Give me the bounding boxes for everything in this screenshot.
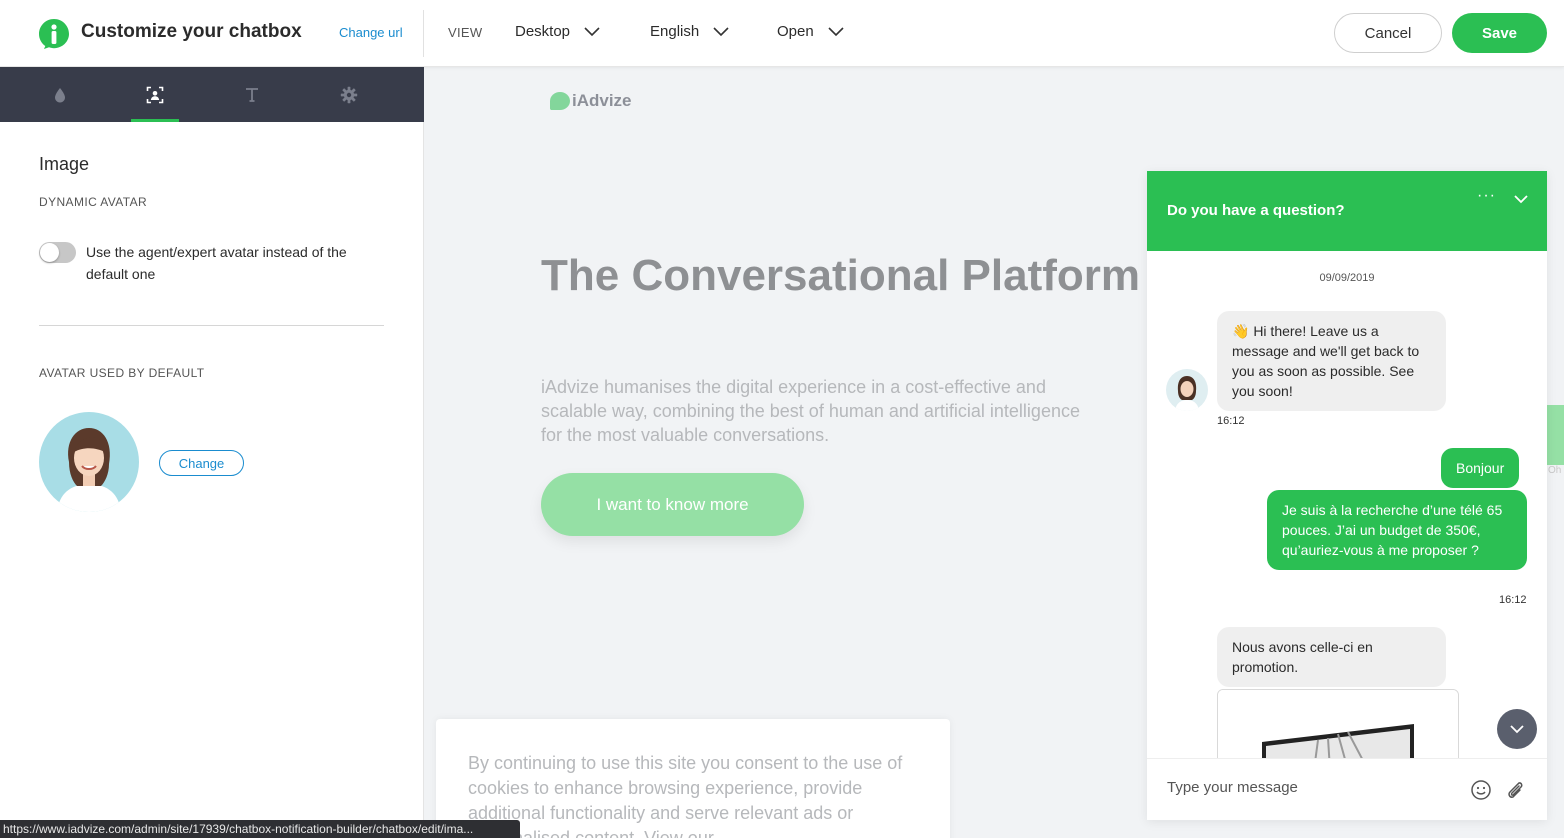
iadvize-logo-icon [39,19,69,49]
message-timestamp: 16:12 [1499,594,1527,606]
state-dropdown[interactable]: Open [777,23,844,40]
chatbox-preview: Do you have a question? ··· 09/09/2019 👋… [1147,171,1547,820]
state-dropdown-value: Open [777,23,814,40]
browser-status-url: https://www.iadvize.com/admin/site/17939… [0,820,520,838]
dynamic-avatar-label: DYNAMIC AVATAR [39,195,148,209]
gear-icon [340,86,358,103]
chat-header-title: Do you have a question? [1167,202,1345,219]
dynamic-avatar-toggle-label: Use the agent/expert avatar instead of t… [86,244,347,282]
section-divider [39,325,384,326]
hero-title: The Conversational Platform [541,251,1141,300]
chevron-down-icon [584,26,600,36]
device-dropdown-value: Desktop [515,23,571,40]
side-tab-text: Oh [1548,465,1562,476]
chat-header: Do you have a question? ··· [1147,171,1547,251]
text-icon [246,87,258,102]
language-dropdown[interactable]: English [650,23,729,40]
chat-date: 09/09/2019 [1319,272,1375,284]
attachment-icon[interactable] [1504,779,1526,801]
agent-message: Nous avons celle-ci en promotion. [1217,627,1446,687]
view-label: VIEW [448,25,483,40]
language-dropdown-value: English [650,23,700,40]
change-url-link[interactable]: Change url [339,25,403,40]
product-card[interactable] [1217,689,1459,769]
agent-message: 👋 Hi there! Leave us a message and we'll… [1217,311,1446,411]
site-logo: iAdvize [550,91,632,111]
site-logo-text: iAdvize [572,91,632,110]
hero-cta-button[interactable]: I want to know more [541,473,804,536]
droplet-icon [55,87,65,102]
tab-colors[interactable] [36,67,84,122]
visitor-message: Je suis à la recherche d’une télé 65 pou… [1267,490,1527,570]
tab-image[interactable] [131,67,179,122]
change-avatar-button[interactable]: Change [159,450,244,476]
visitor-message: Bonjour [1441,448,1520,488]
agent-avatar [1166,369,1208,411]
default-avatar-label: AVATAR USED BY DEFAULT [39,366,205,380]
scroll-down-button[interactable] [1497,709,1537,749]
chevron-down-icon[interactable] [1513,193,1529,205]
chevron-down-icon [713,26,729,36]
device-dropdown[interactable]: Desktop [515,23,600,40]
chat-composer [1147,758,1547,820]
avatar-frame-icon [146,86,164,103]
more-options-icon[interactable]: ··· [1477,187,1496,205]
dynamic-avatar-toggle[interactable] [39,242,76,263]
default-avatar-image [39,412,139,512]
top-bar: Customize your chatbox Change url VIEW D… [0,0,1564,67]
settings-tabbar [0,67,424,122]
message-timestamp: 16:12 [1217,415,1245,427]
chevron-down-icon [828,26,844,36]
chat-bubble-icon [550,92,570,110]
cancel-button[interactable]: Cancel [1334,13,1442,53]
message-input[interactable] [1167,779,1457,796]
save-button[interactable]: Save [1452,13,1547,53]
cookie-text: By continuing to use this site you conse… [468,753,903,838]
side-tab [1547,405,1564,465]
tab-text[interactable] [228,67,276,122]
chevron-down-icon [1510,725,1524,734]
emoji-icon[interactable] [1470,779,1492,801]
section-title: Image [39,154,90,174]
settings-panel: Image DYNAMIC AVATAR Use the agent/exper… [0,67,424,838]
hero-text: iAdvize humanises the digital experience… [541,377,1080,445]
toolbar-divider [423,10,424,57]
tab-settings[interactable] [325,67,373,122]
page-title: Customize your chatbox [81,21,302,42]
